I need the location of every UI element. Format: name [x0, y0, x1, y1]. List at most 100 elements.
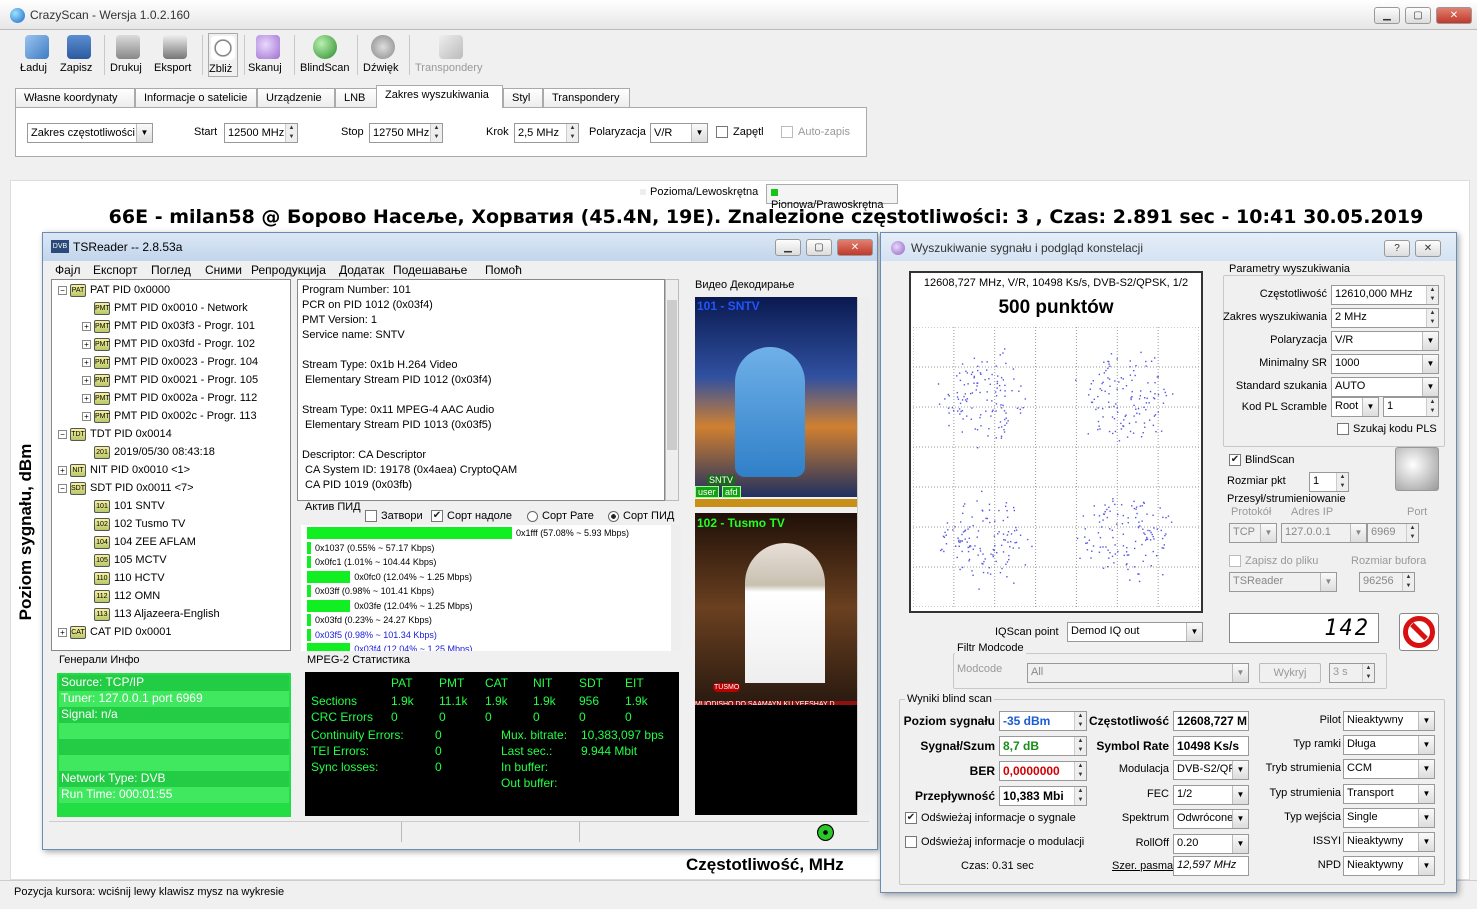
bandwidth-label[interactable]: Szer. pasma: [1112, 860, 1173, 872]
ts-maximize-button[interactable]: ▢: [806, 239, 832, 256]
pls-search-checkbox[interactable]: [1337, 423, 1349, 435]
port-input[interactable]: 6969 ▲ ▼: [1367, 523, 1419, 543]
chevron-down-icon[interactable]: ▼: [1418, 784, 1434, 803]
param-field[interactable]: 1000 ▼: [1331, 354, 1439, 374]
result-select[interactable]: CCM ▼: [1343, 759, 1435, 780]
ts-minimize-button[interactable]: ▁: [775, 239, 801, 256]
spin-arrows-icon[interactable]: ▲ ▼: [566, 124, 578, 142]
ip-select[interactable]: 127.0.0.1 ▼: [1281, 523, 1367, 543]
protocol-select[interactable]: TCP ▼: [1229, 523, 1277, 543]
result-select[interactable]: Single ▼: [1343, 807, 1435, 828]
chevron-down-icon[interactable]: ▼: [1418, 857, 1434, 876]
chevron-down-icon[interactable]: ▼: [1422, 332, 1438, 350]
tree-item[interactable]: 113 113 Aljazeera-English: [54, 605, 288, 623]
sort-rate-radio[interactable]: [527, 511, 538, 522]
legend-vertical[interactable]: Pionowa/Prawoskrętna: [766, 184, 898, 211]
tree-item[interactable]: + CAT CAT PID 0x0001: [54, 623, 288, 641]
result-value-field[interactable]: Odwrócone ▼: [1173, 809, 1249, 829]
tab-own-coords[interactable]: Własne koordynaty: [15, 88, 135, 108]
video-scrollbar[interactable]: [857, 297, 871, 815]
sound-button[interactable]: Dźwięk: [363, 33, 403, 77]
result-select[interactable]: Transport ▼: [1343, 783, 1435, 804]
pl-value-input[interactable]: 1 ▲ ▼: [1383, 397, 1439, 417]
result-select[interactable]: Długa ▼: [1343, 735, 1435, 756]
spin-arrows-icon[interactable]: ▲ ▼: [430, 124, 442, 142]
collapse-icon[interactable]: −: [58, 285, 67, 295]
tree-item[interactable]: PMT PMT PID 0x0010 - Network: [54, 299, 288, 317]
blindscan-checkbox[interactable]: [1229, 454, 1241, 466]
loop-checkbox[interactable]: [716, 126, 728, 138]
tree-item[interactable]: + PMT PMT PID 0x03f3 - Progr. 101: [54, 317, 288, 335]
blindscan-globe-button[interactable]: [1395, 447, 1439, 491]
minimize-button[interactable]: ▁: [1374, 7, 1400, 24]
spin-arrows-icon[interactable]: ▲ ▼: [1336, 473, 1348, 491]
tab-transponders[interactable]: Transpondery: [543, 88, 630, 108]
tab-style[interactable]: Styl: [503, 88, 543, 108]
collapse-icon[interactable]: −: [58, 429, 67, 439]
chevron-down-icon[interactable]: ▼: [1232, 834, 1248, 853]
start-input[interactable]: 12500 MHz ▲ ▼: [224, 123, 298, 143]
modcode-select[interactable]: All ▼: [1027, 663, 1249, 683]
chevron-down-icon[interactable]: ▼: [1232, 785, 1248, 804]
refresh-signal-checkbox[interactable]: [905, 812, 917, 824]
scan-close-button[interactable]: ✕: [1415, 240, 1441, 257]
detect-button[interactable]: Wykryj: [1259, 663, 1321, 683]
ts-menu-item[interactable]: Експорт: [93, 263, 137, 277]
chevron-down-icon[interactable]: ▼: [1232, 761, 1248, 779]
ts-menu-item[interactable]: Поглед: [151, 263, 191, 277]
expand-icon[interactable]: +: [82, 375, 91, 385]
chevron-down-icon[interactable]: ▼: [1418, 736, 1434, 755]
result-select[interactable]: Nieaktywny ▼: [1343, 711, 1435, 731]
pid-rate-list[interactable]: 0x1fff (57.08% ~ 5.93 Mbps) 0x1037 (0.55%…: [301, 525, 671, 651]
zoom-button[interactable]: Zbliż: [208, 33, 238, 77]
ts-menu-item[interactable]: Додатак: [339, 263, 384, 277]
tree-item[interactable]: 104 104 ZEE AFLAM: [54, 533, 288, 551]
pid-list-scrollbar[interactable]: [671, 525, 681, 651]
spin-arrows-icon[interactable]: ▲ ▼: [1402, 573, 1414, 591]
result-value-field[interactable]: 10498 Ks/s: [1173, 735, 1249, 756]
ts-menu-item[interactable]: Репродукција: [251, 263, 326, 277]
ts-menu-item[interactable]: Сними: [205, 263, 242, 277]
pid-tree[interactable]: − PAT PAT PID 0x0000 PMT PMT PID 0x0010 - Ne…: [51, 279, 291, 651]
tree-item[interactable]: + PMT PMT PID 0x002c - Progr. 113: [54, 407, 288, 425]
tree-item[interactable]: 105 105 MCTV: [54, 551, 288, 569]
expand-icon[interactable]: +: [58, 465, 67, 475]
tree-item[interactable]: − TDT TDT PID 0x0014: [54, 425, 288, 443]
scan-button[interactable]: Skanuj: [248, 33, 288, 77]
spin-arrows-icon[interactable]: ▲ ▼: [1406, 524, 1418, 542]
maximize-button[interactable]: ▢: [1405, 7, 1431, 24]
tree-item[interactable]: + PMT PMT PID 0x0023 - Progr. 104: [54, 353, 288, 371]
refresh-modulation-checkbox[interactable]: [905, 836, 917, 848]
program-info-pane[interactable]: Program Number: 101 PCR on PID 1012 (0x03…: [297, 279, 665, 501]
tree-item[interactable]: 102 102 Tusmo TV: [54, 515, 288, 533]
close-button[interactable]: ✕: [1436, 7, 1472, 24]
tab-satellite-info[interactable]: Informacje o satelicie: [135, 88, 257, 108]
chevron-down-icon[interactable]: ▼: [1418, 760, 1434, 779]
chevron-down-icon[interactable]: ▼: [1418, 833, 1434, 851]
param-field[interactable]: V/R ▼: [1331, 331, 1439, 351]
chevron-down-icon[interactable]: ▼: [1418, 712, 1434, 730]
save-file-checkbox[interactable]: [1229, 555, 1241, 567]
close-checkbox[interactable]: [365, 510, 377, 522]
step-input[interactable]: 2,5 MHz ▲ ▼: [514, 123, 579, 143]
stop-input[interactable]: 12750 MHz ▲ ▼: [369, 123, 443, 143]
chevron-down-icon[interactable]: ▼: [1422, 355, 1438, 373]
expand-icon[interactable]: +: [82, 321, 91, 331]
sort-pid-radio[interactable]: [608, 511, 619, 522]
info-scrollbar[interactable]: [665, 279, 679, 501]
collapse-icon[interactable]: −: [58, 483, 67, 493]
tree-item[interactable]: − PAT PAT PID 0x0000: [54, 281, 288, 299]
expand-icon[interactable]: +: [82, 339, 91, 349]
spin-arrows-icon[interactable]: ▲ ▼: [1426, 398, 1438, 416]
result-value-field[interactable]: 0.20 ▼: [1173, 833, 1249, 854]
range-mode-select[interactable]: Zakres częstotliwości ▼: [27, 123, 153, 143]
tree-item[interactable]: 101 101 SNTV: [54, 497, 288, 515]
polarization-select[interactable]: V/R ▼: [650, 123, 708, 143]
tree-item[interactable]: 112 112 OMN: [54, 587, 288, 605]
sort-down-checkbox[interactable]: [431, 510, 443, 522]
tree-item[interactable]: + PMT PMT PID 0x002a - Progr. 112: [54, 389, 288, 407]
tree-item[interactable]: + PMT PMT PID 0x0021 - Progr. 105: [54, 371, 288, 389]
expand-icon[interactable]: +: [82, 393, 91, 403]
tab-lnb[interactable]: LNB: [335, 88, 377, 108]
result-value-field[interactable]: 1/2 ▼: [1173, 784, 1249, 805]
